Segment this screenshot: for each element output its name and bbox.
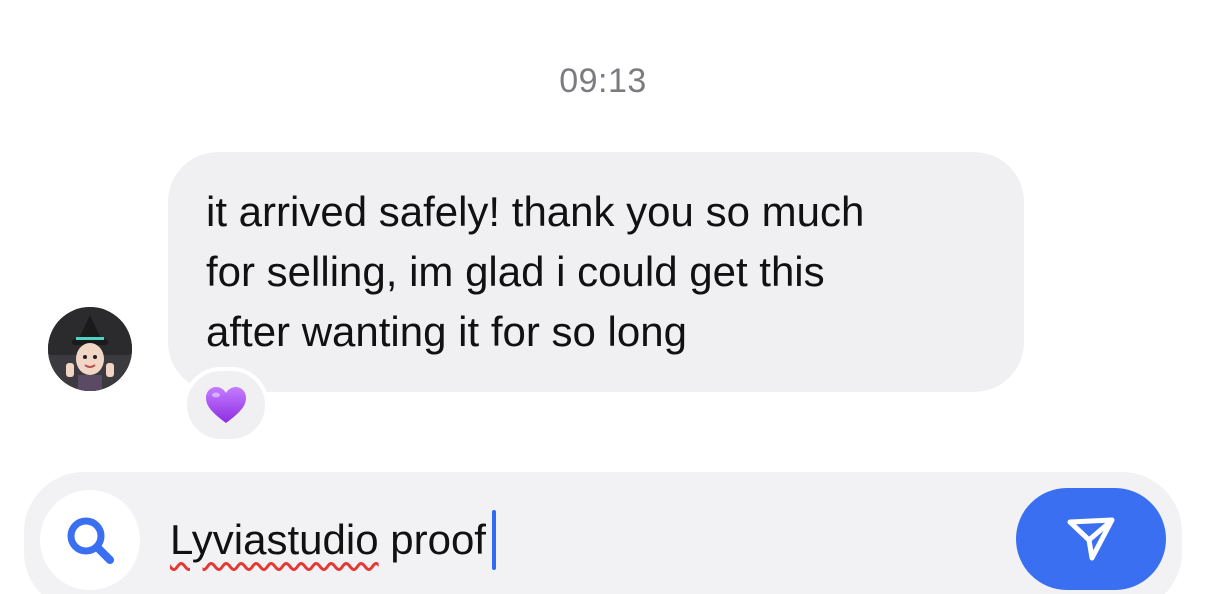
avatar-image: [48, 307, 132, 391]
send-icon: [1067, 517, 1115, 561]
purple-heart-icon: [206, 387, 246, 423]
avatar[interactable]: [48, 307, 132, 391]
message-timestamp: 09:13: [559, 62, 647, 100]
message-text: it arrived safely! thank you so much for…: [206, 188, 865, 355]
message-reaction[interactable]: [183, 367, 269, 443]
message-bubble[interactable]: it arrived safely! thank you so much for…: [168, 152, 1024, 392]
input-word: proof: [378, 516, 486, 563]
chat-screen: 09:13 it arrived safely! thank you so mu…: [0, 0, 1206, 594]
search-button[interactable]: [40, 490, 140, 590]
send-button[interactable]: [1016, 488, 1166, 590]
search-icon: [67, 517, 114, 564]
misspelled-word: Lyviastudio: [170, 516, 379, 563]
message-input-value: Lyviastudio proof: [170, 516, 486, 564]
message-input[interactable]: Lyviastudio proof: [170, 508, 496, 572]
text-caret: [491, 510, 496, 570]
